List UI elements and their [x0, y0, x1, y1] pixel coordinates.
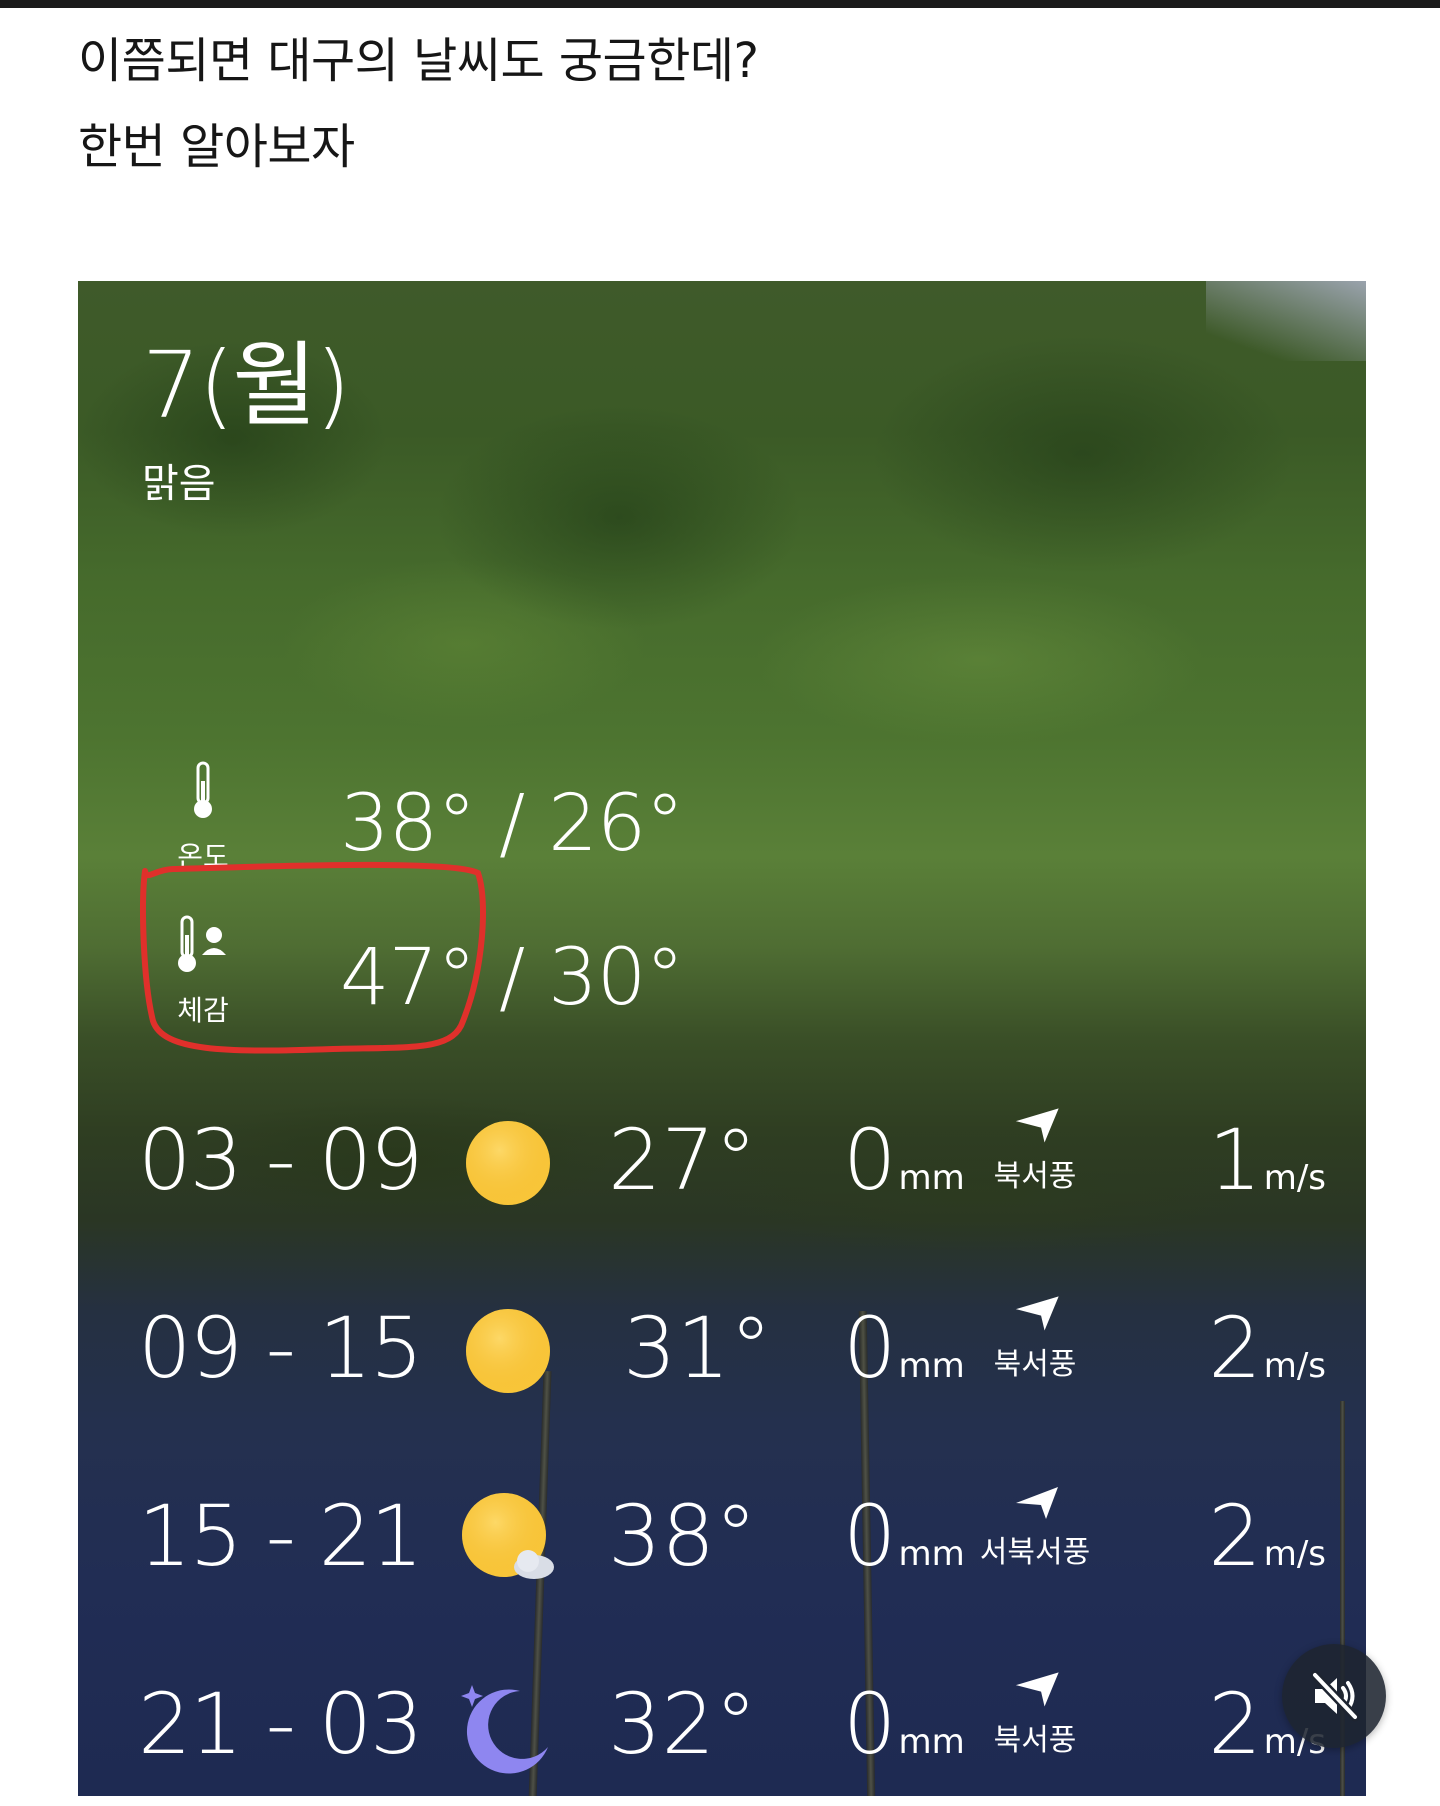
forecast-temp: 38° [608, 1487, 757, 1585]
date-title: 7(월) [142, 332, 351, 439]
forecast-rain: 0mm [843, 1299, 965, 1397]
rain-amount: 0 [843, 1299, 897, 1397]
wind-speed: 1m/s [1208, 1111, 1326, 1209]
wind-speed-unit: m/s [1263, 1158, 1326, 1198]
wind-speed: 2m/s [1208, 1299, 1326, 1397]
forecast-time: 21 - 03 [138, 1675, 423, 1773]
forecast-rain: 0mm [843, 1487, 965, 1585]
temperature-row: 온도 38° / 26° [78, 761, 1366, 873]
highlight-circle [140, 861, 486, 1054]
rain-unit: mm [898, 1346, 965, 1386]
sun-cloud-icon [462, 1493, 554, 1579]
wind-direction: 북서풍 [993, 1723, 1077, 1758]
rain-unit: mm [898, 1722, 965, 1762]
rain-unit: mm [898, 1534, 965, 1574]
wind-speed-unit: m/s [1263, 1534, 1326, 1574]
forecast-row: 21 - 03 32° 0mm 북서풍 2m/s [78, 1665, 1366, 1795]
forecast-time: 15 - 21 [138, 1487, 423, 1585]
sun-icon [466, 1121, 550, 1205]
post-line-2: 한번 알아보자 [78, 119, 355, 175]
wind-speed-value: 2 [1208, 1299, 1262, 1397]
wind-arrow-icon [1016, 1487, 1058, 1519]
forecast-temp: 31° [623, 1299, 772, 1397]
forecast-temp: 27° [608, 1111, 757, 1209]
thermometer-icon [194, 761, 212, 818]
forecast-time: 03 - 09 [138, 1111, 423, 1209]
top-bar [0, 0, 1440, 8]
forecast-row: 09 - 15 31° 0mm 북서풍 2m/s [78, 1289, 1366, 1419]
wind-direction: 북서풍 [993, 1347, 1077, 1382]
mute-button[interactable] [1282, 1644, 1386, 1748]
wind-direction: 서북서풍 [979, 1535, 1091, 1570]
moon-icon [461, 1685, 548, 1774]
wind-arrow-icon [1015, 1296, 1059, 1331]
rain-amount: 0 [843, 1675, 897, 1773]
wind-speed-value: 1 [1208, 1111, 1262, 1209]
wind-arrow-icon [1015, 1672, 1059, 1707]
post-line-1: 이쯤되면 대구의 날씨도 궁금한데? [78, 33, 759, 89]
wind-speed: 2m/s [1208, 1487, 1326, 1585]
forecast-rain: 0mm [843, 1675, 965, 1773]
forecast-time: 09 - 15 [138, 1299, 423, 1397]
wind-speed-value: 2 [1208, 1675, 1262, 1773]
weather-condition: 맑음 [142, 461, 216, 507]
forecast-row: 03 - 09 27° 0mm 북서풍 1m/s [78, 1101, 1366, 1231]
forecast-temp: 32° [608, 1675, 757, 1773]
forecast-rain: 0mm [843, 1111, 965, 1209]
temperature-value: 38° / 26° [340, 779, 684, 869]
sun-icon [466, 1309, 550, 1393]
weather-image: 7(월) 맑음 온도 38° / 26° 체감 47° / 30° 03 - 0… [78, 281, 1366, 1796]
forecast-row: 15 - 21 38° 0mm 서북서풍 2m/s [78, 1477, 1366, 1607]
wind-speed-value: 2 [1208, 1487, 1262, 1585]
wind-direction: 북서풍 [993, 1159, 1077, 1194]
wind-arrow-icon [1015, 1108, 1059, 1143]
rain-amount: 0 [843, 1487, 897, 1585]
speaker-muted-icon [1310, 1670, 1360, 1722]
wind-speed-unit: m/s [1263, 1346, 1326, 1386]
rain-amount: 0 [843, 1111, 897, 1209]
post-text: 이쯤되면 대구의 날씨도 궁금한데? 한번 알아보자 [78, 30, 1358, 178]
rain-unit: mm [898, 1158, 965, 1198]
